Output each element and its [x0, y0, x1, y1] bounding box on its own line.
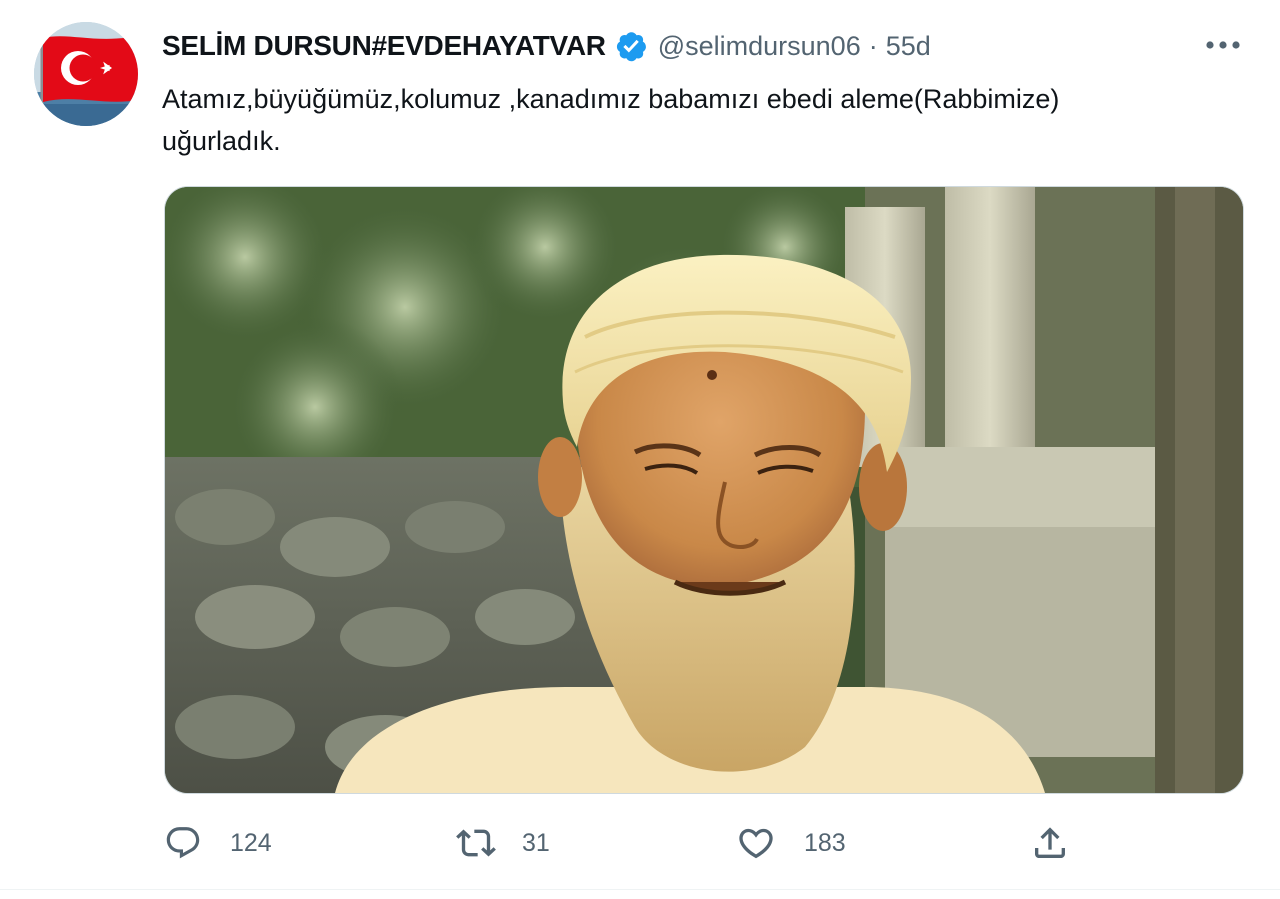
tweet-text-line-1: Atamız,büyüğümüz,kolumuz ,kanadımız baba…: [162, 84, 1060, 114]
retweet-button[interactable]: 31: [456, 818, 550, 868]
reply-count: 124: [230, 828, 272, 857]
turkish-flag-avatar-image: [34, 22, 138, 126]
tweet-text-line-2: uğurladık.: [162, 126, 281, 156]
display-name[interactable]: SELİM DURSUN#EVDEHAYATVAR: [162, 30, 606, 62]
reply-icon: [166, 827, 200, 859]
more-horizontal-icon: [1206, 41, 1240, 49]
verified-badge-icon: [614, 29, 648, 63]
like-count: 183: [804, 828, 846, 857]
user-handle[interactable]: @selimdursun06: [658, 31, 861, 62]
separator-dot: ·: [868, 30, 878, 61]
tweet-text: Atamız,büyüğümüz,kolumuz ,kanadımız baba…: [162, 78, 1242, 162]
retweet-icon: [456, 829, 496, 857]
heart-icon: [739, 828, 773, 859]
like-button[interactable]: 183: [736, 818, 846, 868]
tweet-photo[interactable]: [164, 186, 1244, 794]
reply-button[interactable]: 124: [164, 818, 272, 868]
tweet-timestamp[interactable]: 55d: [886, 31, 931, 62]
avatar[interactable]: [34, 22, 138, 126]
tweet-card[interactable]: SELİM DURSUN#EVDEHAYATVAR @selimdursun06…: [0, 0, 1280, 899]
tweet-actions: 124 31 183: [0, 818, 1280, 868]
more-options-button[interactable]: [1198, 28, 1248, 62]
tweet-header: SELİM DURSUN#EVDEHAYATVAR @selimdursun06…: [162, 26, 931, 66]
share-button[interactable]: [1030, 818, 1070, 868]
share-icon: [1035, 827, 1065, 858]
divider: [0, 889, 1280, 890]
portrait-photo: [165, 187, 1243, 793]
retweet-count: 31: [522, 828, 550, 857]
